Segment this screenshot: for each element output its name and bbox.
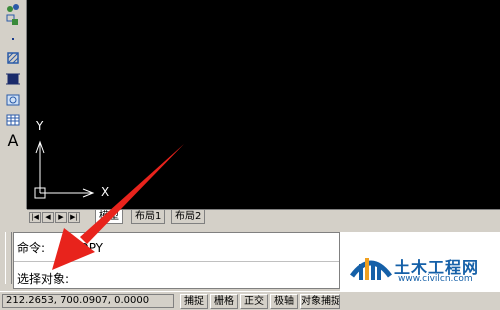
command-prompt-label: 命令: xyxy=(17,241,46,255)
tab-layout2[interactable]: 布局2 xyxy=(171,210,206,224)
prev-tab-button[interactable]: ◀ xyxy=(42,212,54,223)
gradient-icon[interactable] xyxy=(3,71,23,87)
first-tab-button[interactable]: |◀ xyxy=(29,212,41,223)
multiline-text-icon[interactable]: A xyxy=(3,131,23,150)
command-name: COPY xyxy=(70,241,104,255)
polar-toggle[interactable]: 极轴 xyxy=(270,294,298,309)
ucs-icon xyxy=(34,140,95,199)
command-history[interactable]: 命令: COPY 选择对象: xyxy=(13,232,340,289)
osnap-toggle[interactable]: 对象捕捉 xyxy=(300,294,340,309)
status-bar: 212.2653, 700.0907, 0.0000 捕捉 栅格 正交 极轴 对… xyxy=(0,291,500,310)
command-window-grip[interactable] xyxy=(5,232,12,284)
watermark-logo-icon xyxy=(350,258,392,280)
last-tab-button[interactable]: ▶| xyxy=(68,212,80,223)
watermark-url: www.civilcn.com xyxy=(398,274,473,284)
layout-tabs-bar: |◀ ◀ ▶ ▶| 模型 布局1 布局2 xyxy=(27,209,500,226)
command-divider xyxy=(14,261,339,262)
ortho-toggle[interactable]: 正交 xyxy=(240,294,268,309)
ucs-y-label: Y xyxy=(36,119,44,133)
draw-toolbar: A xyxy=(0,0,27,209)
region-icon[interactable] xyxy=(3,92,23,108)
tab-layout1[interactable]: 布局1 xyxy=(131,210,166,224)
next-tab-button[interactable]: ▶ xyxy=(55,212,67,223)
block-insert-icon[interactable] xyxy=(3,12,23,28)
drawing-canvas[interactable]: Y X xyxy=(27,0,500,209)
command-input-line[interactable]: 选择对象: xyxy=(17,270,69,287)
point-icon[interactable] xyxy=(3,31,23,47)
hatch-icon[interactable] xyxy=(3,50,23,66)
tab-model[interactable]: 模型 xyxy=(95,210,123,224)
grid-toggle[interactable]: 栅格 xyxy=(210,294,238,309)
command-history-line: 命令: COPY xyxy=(17,239,103,256)
table-icon[interactable] xyxy=(3,112,23,128)
command-window: 命令: COPY 选择对象: xyxy=(0,225,340,291)
site-watermark: 土木工程网 www.civilcn.com xyxy=(340,232,500,291)
coordinate-readout[interactable]: 212.2653, 700.0907, 0.0000 xyxy=(2,294,174,308)
ucs-x-label: X xyxy=(101,185,110,199)
snap-toggle[interactable]: 捕捉 xyxy=(180,294,208,309)
